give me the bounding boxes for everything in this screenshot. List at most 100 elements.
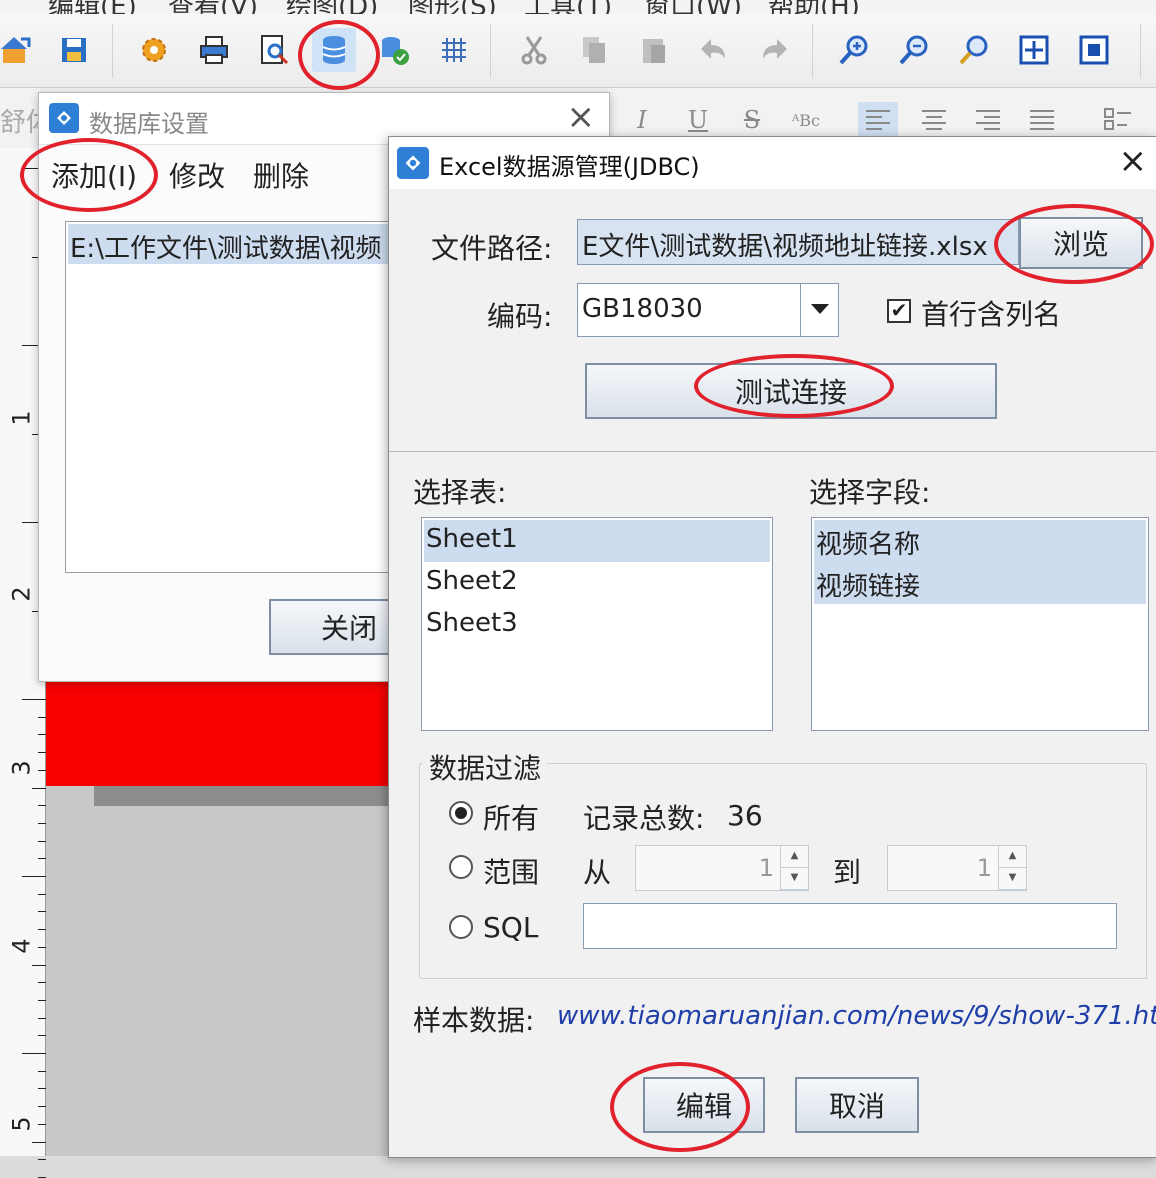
ruler-tick (32, 1141, 46, 1143)
database-icon[interactable] (312, 28, 356, 72)
align-right-button[interactable] (968, 102, 1008, 138)
canvas-red-block[interactable] (46, 682, 396, 786)
table-select-label: 选择表: (413, 476, 507, 509)
paste-icon[interactable] (632, 28, 676, 72)
app-logo-icon (397, 147, 429, 179)
ruler-tick (38, 805, 46, 807)
text-case-button[interactable]: ᴬBc (786, 102, 826, 138)
menu-item-view[interactable]: 查看(V) (168, 0, 258, 14)
table-item[interactable]: Sheet2 (424, 562, 770, 604)
distribute-button[interactable] (1098, 102, 1138, 138)
table-list[interactable]: Sheet1 Sheet2 Sheet3 (421, 517, 773, 731)
menu-item-shape[interactable]: 图形(S) (408, 0, 497, 14)
redo-icon[interactable] (752, 28, 796, 72)
ruler-tick (38, 769, 46, 771)
menu-item-tools[interactable]: 工具(T) (524, 0, 612, 14)
test-connection-button[interactable]: 测试连接 (585, 363, 997, 419)
chevron-down-icon[interactable]: ▼ (781, 868, 808, 890)
chevron-down-icon[interactable] (800, 284, 838, 336)
field-item[interactable]: 视频链接 (814, 562, 1146, 604)
spinner-arrows[interactable]: ▲ ▼ (998, 846, 1026, 890)
zoom-out-icon[interactable] (892, 28, 936, 72)
print-preview-icon[interactable] (252, 28, 296, 72)
fit-width-icon[interactable] (1072, 28, 1116, 72)
italic-button[interactable]: I (622, 102, 662, 138)
range-from-spinner[interactable]: 1 ▲ ▼ (635, 845, 809, 891)
close-icon[interactable]: × (1119, 141, 1148, 181)
zoom-in-icon[interactable] (832, 28, 876, 72)
datasource-list[interactable]: E:\工作文件\测试数据\视频 (65, 221, 425, 573)
ruler-tick (38, 1070, 46, 1072)
filter-all-radio[interactable] (449, 801, 473, 825)
range-to-value: 1 (976, 854, 992, 882)
data-filter-title: 数据过滤 (423, 747, 548, 787)
save-icon[interactable] (52, 28, 96, 72)
filter-sql-radio[interactable] (449, 915, 473, 939)
ruler-tick (38, 734, 46, 736)
ruler-tick (38, 929, 46, 931)
justify-icon (1030, 110, 1054, 130)
encoding-label: 编码: (487, 300, 553, 333)
file-path-input[interactable]: E文件\测试数据\视频地址链接.xlsx (577, 219, 1019, 265)
delete-menu-item[interactable]: 删除 (253, 155, 309, 195)
grid-icon[interactable] (432, 28, 476, 72)
menu-item-help[interactable]: 帮助(H) (768, 0, 860, 14)
ruler-tick (38, 840, 46, 842)
home-icon[interactable] (0, 28, 38, 72)
header-row-checkbox[interactable]: ✔ (887, 299, 911, 323)
cancel-button[interactable]: 取消 (795, 1077, 919, 1133)
fit-page-icon[interactable] (1012, 28, 1056, 72)
align-center-button[interactable] (914, 102, 954, 138)
dialog-title: Excel数据源管理(JDBC) (439, 153, 700, 181)
strikethrough-button[interactable]: S (732, 102, 772, 138)
ruler-tick (22, 699, 46, 700)
sql-input[interactable] (583, 903, 1117, 949)
field-list[interactable]: 视频名称 视频链接 (811, 517, 1149, 731)
gear-icon[interactable] (132, 28, 176, 72)
align-left-button[interactable] (858, 102, 898, 138)
edit-button[interactable]: 编辑 (643, 1077, 765, 1133)
ruler-tick (38, 911, 46, 913)
close-icon[interactable]: × (567, 97, 596, 137)
copy-icon[interactable] (572, 28, 616, 72)
encoding-select[interactable]: GB18030 (577, 283, 839, 337)
ruler-tick (32, 964, 46, 966)
distribute-icon (1104, 108, 1131, 130)
dialog-title: 数据库设置 (89, 110, 209, 138)
menu-item-window[interactable]: 窗口(W) (644, 0, 742, 14)
filter-range-radio[interactable] (449, 855, 473, 879)
toolbar-separator (112, 24, 113, 78)
table-item[interactable]: Sheet3 (424, 604, 770, 646)
chevron-up-icon[interactable]: ▲ (781, 846, 808, 868)
browse-button[interactable]: 浏览 (1019, 217, 1143, 269)
zoom-icon[interactable] (952, 28, 996, 72)
toolbar-separator (1140, 24, 1141, 78)
chevron-up-icon[interactable]: ▲ (999, 846, 1026, 868)
field-item[interactable]: 视频名称 (814, 520, 1146, 562)
justify-button[interactable] (1022, 102, 1062, 138)
ruler-tick (32, 787, 46, 789)
database-settings-icon[interactable] (372, 28, 416, 72)
undo-icon[interactable] (692, 28, 736, 72)
cut-icon[interactable] (512, 28, 556, 72)
add-menu-item[interactable]: 添加(I) (51, 155, 137, 195)
ruler-tick (38, 999, 46, 1001)
print-icon[interactable] (192, 28, 236, 72)
field-select-label: 选择字段: (809, 476, 931, 509)
ruler-tick (38, 822, 46, 824)
menu-item-draw[interactable]: 绘图(D) (286, 0, 378, 14)
dialog-title-bar: Excel数据源管理(JDBC) × (389, 137, 1156, 189)
align-right-icon (976, 110, 1000, 130)
spinner-arrows[interactable]: ▲ ▼ (780, 846, 808, 890)
menu-item-edit[interactable]: 编辑(E) (48, 0, 137, 14)
chevron-down-icon[interactable]: ▼ (999, 868, 1026, 890)
list-item[interactable]: E:\工作文件\测试数据\视频 (68, 224, 422, 264)
ruler-tick (38, 716, 46, 718)
underline-button[interactable]: U (678, 102, 718, 138)
app-logo-icon (49, 103, 79, 133)
range-from-label: 从 (583, 856, 612, 889)
range-to-spinner[interactable]: 1 ▲ ▼ (887, 845, 1027, 891)
record-total-value: 36 (727, 799, 763, 832)
table-item[interactable]: Sheet1 (424, 520, 770, 562)
edit-menu-item[interactable]: 修改 (169, 155, 225, 195)
